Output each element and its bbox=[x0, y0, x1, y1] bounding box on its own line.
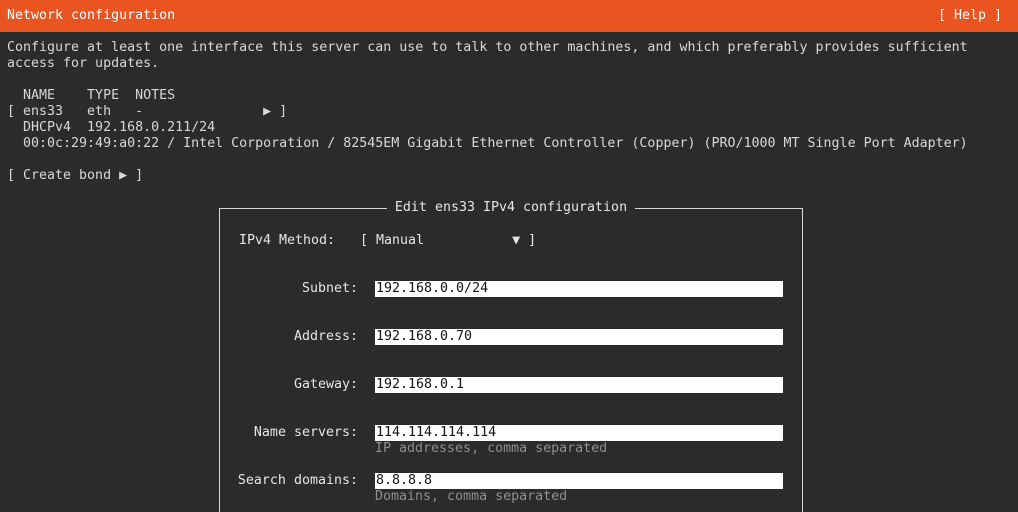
title-bar: Network configuration [ Help ] bbox=[0, 0, 1018, 32]
search-domains-label: Search domains: bbox=[237, 473, 358, 488]
name-servers-label: Name servers: bbox=[253, 425, 358, 440]
interface-hardware-info: 00:0c:29:49:a0:22 / Intel Corporation / … bbox=[7, 136, 968, 151]
create-bond-button[interactable]: [ Create bond ▶ ] bbox=[7, 168, 143, 184]
name-servers-hint: IP addresses, comma separated bbox=[375, 441, 608, 456]
address-label: Address: bbox=[293, 329, 358, 344]
gateway-field[interactable]: 192.168.0.1 bbox=[375, 377, 783, 393]
search-domains-hint: Domains, comma separated bbox=[375, 489, 568, 504]
page-title: Network configuration bbox=[7, 8, 176, 23]
help-button[interactable]: [ Help ] bbox=[938, 8, 1002, 24]
intro-text-line-1: Configure at least one interface this se… bbox=[7, 40, 968, 55]
interface-row-ens33[interactable]: [ ens33 eth - ▶ ] bbox=[7, 104, 287, 120]
ipv4-method-select[interactable]: [ Manual ▼ ] bbox=[360, 233, 536, 249]
address-field[interactable]: 192.168.0.70 bbox=[375, 329, 783, 345]
subnet-field[interactable]: 192.168.0.0/24 bbox=[375, 281, 783, 297]
ipv4-method-label: IPv4 Method: bbox=[239, 233, 336, 248]
name-servers-field[interactable]: 114.114.114.114 bbox=[375, 425, 783, 441]
edit-ipv4-dialog: Edit ens33 IPv4 configuration IPv4 Metho… bbox=[219, 200, 803, 512]
interface-dhcp-info: DHCPv4 192.168.0.211/24 bbox=[7, 120, 216, 135]
search-domains-field[interactable]: 8.8.8.8 bbox=[375, 473, 783, 489]
gateway-label: Gateway: bbox=[293, 377, 358, 392]
subnet-label: Subnet: bbox=[301, 281, 358, 296]
intro-text-line-2: access for updates. bbox=[7, 56, 160, 71]
dialog-title: Edit ens33 IPv4 configuration bbox=[386, 200, 636, 216]
interface-table-header: NAME TYPE NOTES bbox=[7, 88, 176, 103]
